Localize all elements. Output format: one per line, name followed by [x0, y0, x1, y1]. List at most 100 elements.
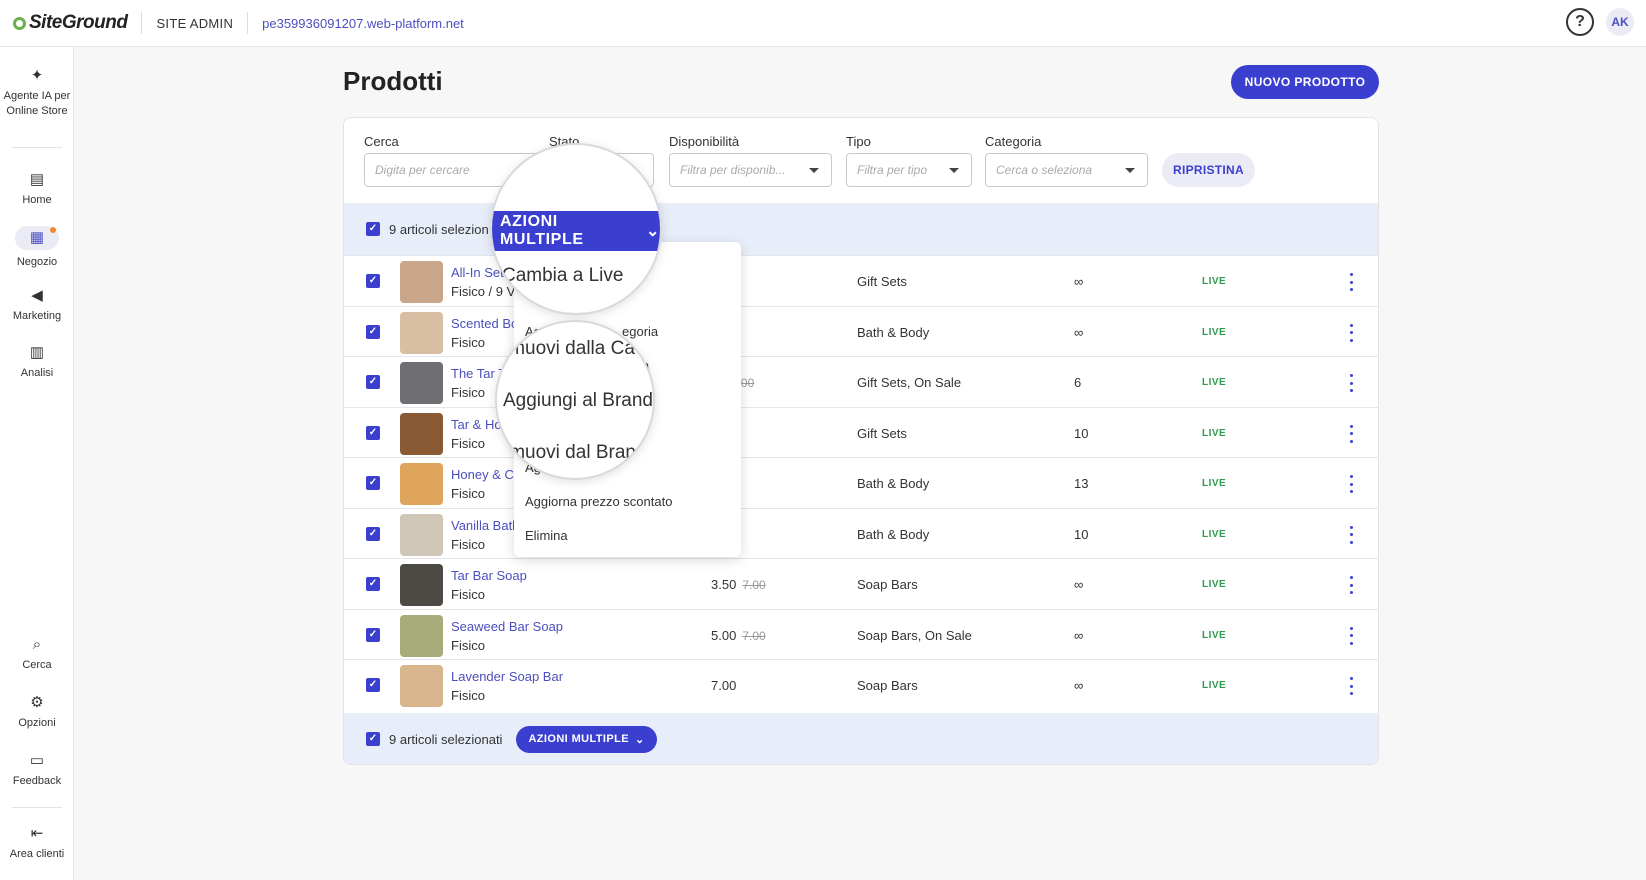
product-thumbnail[interactable]	[400, 261, 443, 303]
availability-select[interactable]: Filtra per disponib...	[669, 153, 832, 187]
sidebar-item-ai-agent[interactable]: ✦ Agente IA per Online Store	[0, 67, 74, 119]
menu-item-add-to-brand[interactable]: Aggiungi al Brand	[503, 390, 653, 412]
product-thumbnail[interactable]	[400, 665, 443, 707]
product-name-link[interactable]: Lavender Soap Bar	[451, 669, 563, 684]
avatar[interactable]: AK	[1606, 8, 1634, 36]
home-icon: ▤	[29, 171, 45, 188]
table-row[interactable]: ✓ Lavender Soap Bar Fisico 7.00 Soap Bars ∞ LI…	[344, 659, 1378, 710]
menu-item-update-sale-price[interactable]: Aggiorna prezzo scontato	[525, 494, 672, 509]
store-icon: ▦	[15, 226, 59, 250]
row-checkbox[interactable]: ✓	[366, 627, 380, 642]
table-row[interactable]: ✓Scented BoFisico0Bath & Body∞LIVE	[344, 305, 1378, 357]
row-checkbox[interactable]: ✓	[366, 375, 380, 389]
menu-item-fragment: egoria	[622, 324, 659, 339]
bulk-actions-button[interactable]: AZIONI MULTIPLE ⌄	[516, 725, 657, 753]
select-all-checkbox[interactable]: ✓	[366, 222, 380, 236]
bulk-actions-button-zoomed[interactable]: AZIONI MULTIPLE ⌄	[492, 211, 660, 251]
product-category: Gift Sets	[857, 274, 907, 289]
sidebar-item-marketing[interactable]: ◀ Marketing	[0, 287, 74, 324]
product-price: 7.00	[711, 678, 742, 693]
status-badge: LIVE	[1202, 629, 1227, 641]
menu-item-set-live[interactable]: Cambia a Live	[502, 265, 623, 287]
type-select[interactable]: Filtra per tipo	[846, 153, 972, 187]
product-name-link[interactable]: Vanilla Bath	[451, 518, 519, 533]
product-thumbnail[interactable]	[400, 614, 443, 657]
product-thumbnail[interactable]	[400, 564, 443, 606]
gear-icon: ⚙	[30, 694, 44, 711]
product-thumbnail[interactable]	[400, 463, 443, 505]
sidebar-item-negozio[interactable]: ▦ Negozio	[0, 226, 74, 270]
category-label: Categoria	[985, 134, 1042, 149]
divider	[247, 12, 249, 34]
menu-item-remove-category[interactable]: imuovi dalla Ca	[505, 338, 635, 360]
sidebar-item-home[interactable]: ▤ Home	[0, 171, 74, 208]
sidebar-item-cerca[interactable]: ⌕ Cerca	[0, 636, 74, 673]
sidebar-item-analisi[interactable]: ▥ Analisi	[0, 344, 74, 381]
product-thumbnail[interactable]	[400, 412, 443, 455]
chevron-down-icon: ⌄	[634, 733, 645, 746]
category-select[interactable]: Cerca o seleziona	[985, 153, 1148, 187]
product-name-link[interactable]: Scented Bo	[451, 316, 518, 331]
table-row[interactable]: ✓ Tar Bar Soap Fisico 3.50 7.00 Soap Bars ∞ LIV…	[344, 558, 1378, 609]
caret-down-icon	[809, 168, 819, 173]
row-checkbox[interactable]: ✓	[366, 274, 380, 288]
product-type: Fisico	[451, 385, 485, 400]
more-actions-icon[interactable]	[1348, 576, 1354, 594]
magnifier-lens-middle: imuovi dalla Ca Aggiungi al Brand imuovi…	[495, 320, 655, 480]
product-thumbnail[interactable]	[400, 362, 443, 404]
status-badge: LIVE	[1202, 276, 1227, 287]
product-name-link[interactable]: Tar Bar Soap	[451, 568, 527, 583]
price-value: 3.50	[711, 577, 737, 592]
row-checkbox[interactable]: ✓	[366, 577, 380, 591]
product-thumbnail[interactable]	[400, 513, 443, 556]
price-value: 5.00	[711, 627, 737, 643]
product-name-link[interactable]: Seaweed Bar Soap	[451, 619, 563, 634]
more-actions-icon[interactable]	[1348, 626, 1354, 645]
product-stock: ∞	[1074, 274, 1084, 289]
more-actions-icon[interactable]	[1348, 323, 1354, 342]
sidebar-item-area-clienti[interactable]: ⇤ Area clienti	[0, 825, 74, 862]
row-checkbox[interactable]: ✓	[366, 526, 380, 541]
product-type: Fisico	[451, 688, 485, 703]
chevron-down-icon: ⌄	[645, 223, 660, 240]
more-actions-icon[interactable]	[1348, 424, 1354, 443]
type-label: Tipo	[846, 134, 871, 149]
table-row[interactable]: ✓ Seaweed Bar Soap Fisico 5.00 7.00 Soap Bars…	[344, 608, 1378, 660]
product-name-link[interactable]: Tar & Ho	[451, 417, 502, 432]
table-row[interactable]: ✓Honey & CiFisico0Bath & Body13LIVE	[344, 457, 1378, 508]
product-category: Gift Sets, On Sale	[857, 375, 962, 390]
product-type: Fisico	[451, 536, 485, 552]
menu-item-delete[interactable]: Elimina	[525, 528, 568, 543]
sidebar-item-opzioni[interactable]: ⚙ Opzioni	[0, 694, 74, 731]
row-checkbox[interactable]: ✓	[366, 324, 380, 339]
help-icon[interactable]: ?	[1566, 8, 1594, 36]
more-actions-icon[interactable]	[1348, 273, 1354, 291]
more-actions-icon[interactable]	[1348, 374, 1354, 392]
siteground-logo[interactable]: SiteGround	[13, 12, 128, 34]
row-checkbox[interactable]: ✓	[366, 425, 380, 440]
product-category: Soap Bars	[857, 678, 918, 693]
search-icon: ⌕	[32, 636, 42, 653]
new-product-button[interactable]: NUOVO PRODOTTO	[1231, 65, 1379, 99]
table-row[interactable]: ✓Vanilla BathFisico0Bath & Body10LIVE	[344, 507, 1378, 559]
product-type: Fisico	[451, 486, 485, 501]
product-type: Fisico	[451, 637, 485, 653]
product-price: 3.50 7.00	[711, 577, 766, 592]
product-name-link[interactable]: Honey & Ci	[451, 467, 517, 482]
product-stock: 6	[1074, 375, 1082, 390]
product-name-link[interactable]: All-In Set	[451, 265, 504, 280]
row-checkbox[interactable]: ✓	[366, 476, 380, 490]
select-all-checkbox[interactable]: ✓	[366, 732, 380, 746]
product-type: Fisico	[451, 435, 485, 451]
product-thumbnail[interactable]	[400, 311, 443, 354]
more-actions-icon[interactable]	[1348, 525, 1354, 544]
site-url-link[interactable]: pe359936091207.web-platform.net	[262, 16, 464, 31]
reset-button[interactable]: RIPRISTINA	[1162, 153, 1255, 187]
top-bar: SiteGround SITE ADMIN pe359936091207.web…	[0, 0, 1646, 47]
magnifier-lens-top: AZIONI MULTIPLE ⌄ Cambia a Live	[490, 143, 662, 315]
more-actions-icon[interactable]	[1348, 677, 1354, 695]
row-checkbox[interactable]: ✓	[366, 678, 380, 692]
sidebar-item-feedback[interactable]: ▭ Feedback	[0, 752, 74, 789]
menu-item-remove-brand[interactable]: imuovi dal Bran	[505, 442, 636, 464]
more-actions-icon[interactable]	[1348, 475, 1354, 493]
